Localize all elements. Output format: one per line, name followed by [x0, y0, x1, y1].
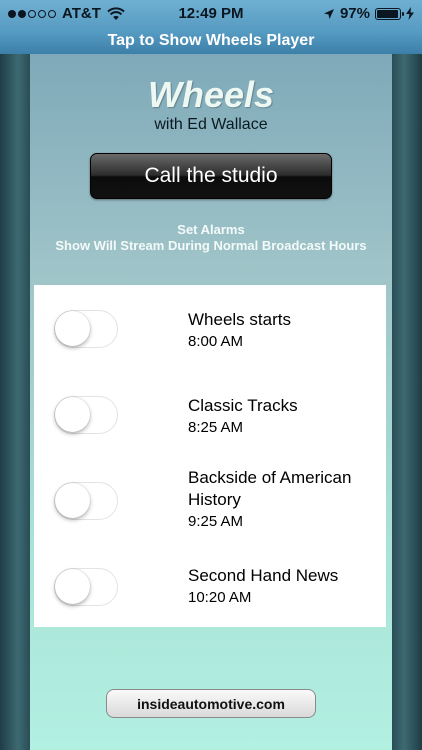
right-rail — [392, 54, 422, 750]
alarm-time: 8:25 AM — [188, 419, 244, 436]
battery-fill — [377, 9, 399, 18]
alarm-time: 10:20 AM — [188, 589, 252, 606]
toggle-knob — [55, 483, 90, 518]
alarm-name: Backside of American History — [188, 468, 352, 509]
show-player-banner[interactable]: Tap to Show Wheels Player — [0, 28, 422, 54]
main-panel: Wheels with Ed Wallace Call the studio S… — [30, 54, 392, 750]
alarm-name: Wheels starts — [188, 310, 291, 329]
status-bar-right: 97% — [323, 5, 414, 22]
alarms-heading-subtitle: Show Will Stream During Normal Broadcast… — [55, 238, 367, 253]
alarm-item-wheels-starts: Wheels starts 8:00 AM — [34, 285, 386, 371]
status-bar: AT&T 12:49 PM 97% — [0, 0, 422, 28]
battery-icon — [375, 7, 404, 20]
battery-percent: 97% — [339, 5, 370, 22]
alarm-item-backside-of-american-history: Backside of American History 9:25 AM — [34, 457, 386, 543]
alarms-heading: Set Alarms Show Will Stream During Norma… — [30, 222, 392, 254]
toggle-knob — [55, 397, 90, 432]
show-title: Wheels — [147, 74, 275, 115]
alarm-time: 9:25 AM — [188, 513, 244, 530]
alarm-name: Second Hand News — [188, 566, 339, 585]
show-host: with Ed Wallace — [154, 116, 268, 133]
charging-bolt-icon — [406, 7, 414, 20]
alarm-toggle[interactable] — [54, 310, 118, 348]
location-arrow-icon — [323, 8, 334, 19]
toggle-knob — [55, 569, 90, 604]
alarm-item-classic-tracks: Classic Tracks 8:25 AM — [34, 371, 386, 457]
alarms-heading-title: Set Alarms — [177, 222, 245, 237]
alarm-item-second-hand-news: Second Hand News 10:20 AM — [34, 543, 386, 629]
website-link-button[interactable]: insideautomotive.com — [106, 689, 316, 718]
call-studio-button[interactable]: Call the studio — [90, 153, 332, 199]
alarm-list: Wheels starts 8:00 AM Classic Tracks 8:2… — [34, 285, 386, 627]
toggle-knob — [55, 311, 90, 346]
alarm-toggle[interactable] — [54, 482, 118, 520]
alarm-toggle[interactable] — [54, 396, 118, 434]
left-rail — [0, 54, 30, 750]
alarm-toggle[interactable] — [54, 568, 118, 606]
alarm-name: Classic Tracks — [188, 396, 298, 415]
alarm-time: 8:00 AM — [188, 333, 244, 350]
